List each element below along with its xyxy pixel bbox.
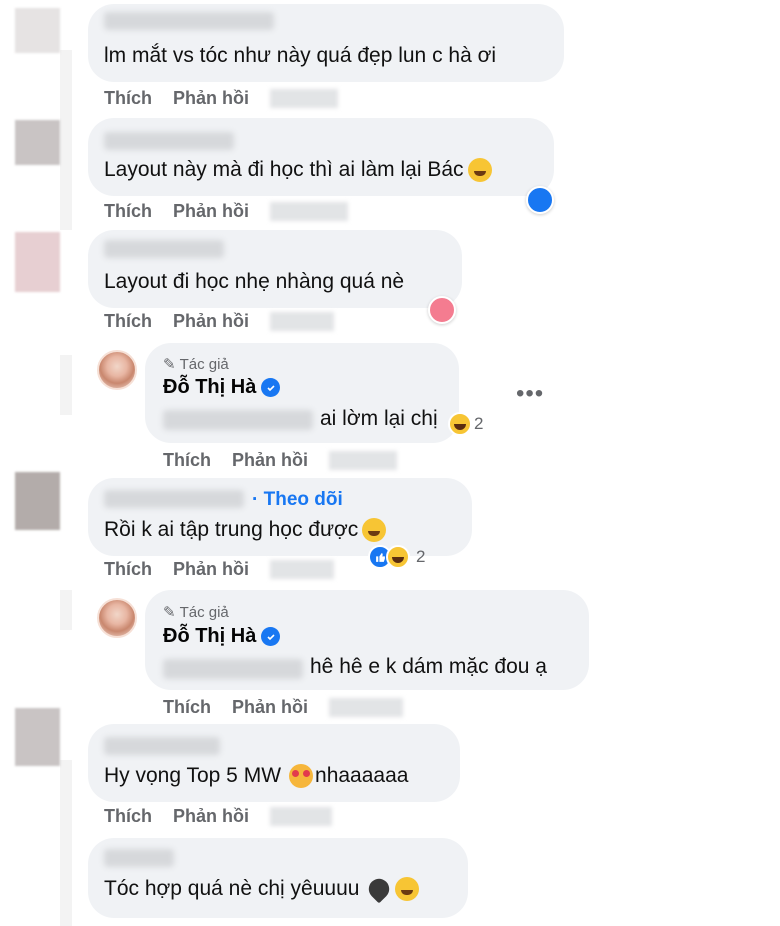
- reply-text: ai lờm lại chị: [320, 407, 438, 430]
- comment-text: Layout đi học nhẹ nhàng quá nè: [104, 270, 405, 293]
- reaction-summary[interactable]: 2: [448, 412, 483, 436]
- commenter-name[interactable]: [104, 849, 174, 867]
- thread-line: [60, 590, 72, 630]
- comment-bubble: [88, 724, 460, 802]
- care-reaction-icon[interactable]: [428, 296, 456, 324]
- smile-emoji-icon: [395, 877, 420, 902]
- comment-text: Hy vọng Top 5 MW nhaaaaaa: [104, 764, 409, 789]
- comment-text: lm mắt vs tóc như này quá đẹp lun c hà ơ…: [104, 44, 497, 67]
- like-button[interactable]: Thích: [104, 88, 152, 109]
- timestamp: [270, 807, 332, 826]
- commenter-name[interactable]: [104, 490, 244, 508]
- reply-text: hê hê e k dám mặc đou ạ: [310, 655, 547, 678]
- reply-actions: Thích Phản hồi: [163, 697, 403, 718]
- comment-actions: Thích Phản hồi: [104, 201, 348, 222]
- verified-icon: [261, 378, 281, 397]
- reaction-summary[interactable]: 2: [368, 545, 425, 569]
- author-avatar[interactable]: [97, 598, 137, 638]
- author-name[interactable]: Đỗ Thị Hà: [163, 376, 281, 399]
- comment-actions: Thích Phản hồi: [104, 311, 334, 332]
- comment-actions: Thích Phản hồi: [104, 806, 332, 827]
- like-button[interactable]: Thích: [104, 201, 152, 222]
- pencil-icon: ✎: [163, 356, 176, 373]
- avatar[interactable]: [15, 8, 60, 53]
- like-button[interactable]: Thích: [104, 311, 152, 332]
- like-button[interactable]: Thích: [104, 559, 152, 580]
- comment-actions: Thích Phản hồi: [104, 88, 338, 109]
- author-avatar[interactable]: [97, 350, 137, 390]
- like-reaction-icon[interactable]: [526, 186, 554, 214]
- haha-icon: [448, 412, 472, 436]
- more-icon[interactable]: •••: [516, 380, 544, 408]
- author-tag: ✎ Tác giả: [163, 355, 229, 374]
- reply-actions: Thích Phản hồi: [163, 450, 397, 471]
- mentioned-name[interactable]: [163, 410, 313, 430]
- avatar[interactable]: [15, 120, 60, 165]
- avatar[interactable]: [15, 708, 60, 766]
- reply-button[interactable]: Phản hồi: [173, 201, 249, 222]
- like-button[interactable]: Thích: [163, 697, 211, 718]
- comment-actions: Thích Phản hồi: [104, 559, 334, 580]
- commenter-name[interactable]: [104, 240, 224, 258]
- timestamp: [329, 698, 403, 717]
- author-tag: ✎ Tác giả: [163, 603, 229, 622]
- like-button[interactable]: Thích: [104, 806, 152, 827]
- timestamp: [270, 89, 338, 108]
- thread-line: [60, 760, 72, 926]
- commenter-name[interactable]: [104, 132, 234, 150]
- like-button[interactable]: Thích: [163, 450, 211, 471]
- black-heart-emoji-icon: [365, 875, 394, 904]
- love-face-emoji-icon: [289, 764, 314, 789]
- comment-text: Layout này mà đi học thì ai làm lại Bác: [104, 158, 492, 183]
- haha-icon: [386, 545, 410, 569]
- timestamp: [270, 560, 334, 579]
- verified-icon: [261, 627, 281, 646]
- timestamp: [329, 451, 397, 470]
- reply-button[interactable]: Phản hồi: [173, 806, 249, 827]
- reply-button[interactable]: Phản hồi: [173, 559, 249, 580]
- follow-link[interactable]: · Theo dõi: [252, 489, 343, 511]
- comment-text: Rồi k ai tập trung học được: [104, 518, 387, 543]
- reply-button[interactable]: Phản hồi: [173, 88, 249, 109]
- author-name[interactable]: Đỗ Thị Hà: [163, 625, 281, 648]
- mentioned-name[interactable]: [163, 659, 303, 679]
- comment-text: Tóc hợp quá nè chị yêuuuu: [104, 875, 420, 904]
- commenter-name[interactable]: [104, 12, 274, 30]
- reply-button[interactable]: Phản hồi: [232, 697, 308, 718]
- smile-emoji-icon: [362, 518, 387, 543]
- thread-line: [60, 355, 72, 415]
- pencil-icon: ✎: [163, 604, 176, 621]
- timestamp: [270, 312, 334, 331]
- reply-button[interactable]: Phản hồi: [232, 450, 308, 471]
- commenter-name[interactable]: [104, 737, 220, 755]
- comment-bubble: [88, 118, 554, 196]
- reply-button[interactable]: Phản hồi: [173, 311, 249, 332]
- avatar[interactable]: [15, 232, 60, 292]
- thread-line: [60, 50, 72, 230]
- avatar[interactable]: [15, 472, 60, 530]
- timestamp: [270, 202, 348, 221]
- laugh-emoji-icon: [467, 158, 492, 183]
